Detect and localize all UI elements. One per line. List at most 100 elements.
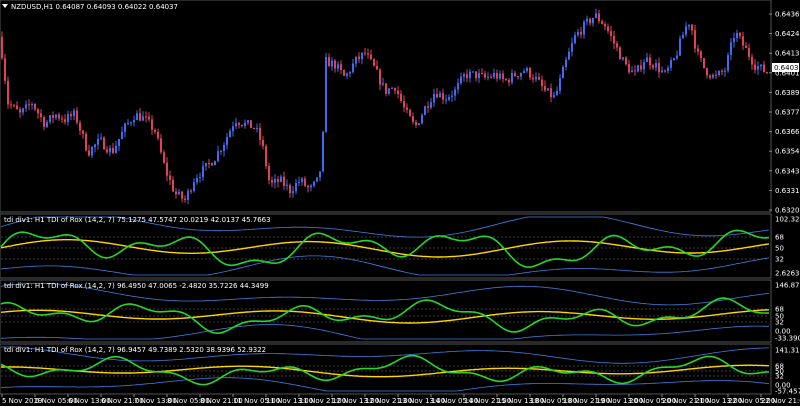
candle <box>82 129 84 139</box>
indicator-panel-1[interactable]: tdi div1: H1 TDI of Rox (14,2, 7) 75.127… <box>0 213 800 279</box>
candle-body <box>91 147 93 156</box>
candle-body <box>460 76 462 84</box>
dropdown-triangle-icon[interactable] <box>2 4 8 8</box>
candle <box>433 88 435 107</box>
candle <box>394 87 396 95</box>
candle <box>424 105 426 116</box>
candle-body <box>277 178 279 182</box>
candle-body <box>286 184 288 186</box>
price-panel[interactable]: 0.643600.642450.641300.640150.638990.637… <box>0 0 800 215</box>
candle-body <box>694 30 696 49</box>
candle <box>511 69 513 85</box>
candle <box>1 31 3 60</box>
candle <box>190 188 192 195</box>
candle <box>745 42 747 49</box>
price-tick-label: 0.63545 <box>775 148 800 156</box>
candle <box>334 58 336 73</box>
candle <box>655 59 657 72</box>
candle <box>673 57 675 61</box>
candle-body <box>355 56 357 64</box>
candle-body <box>595 13 597 18</box>
candle <box>100 133 102 141</box>
candle <box>592 17 594 27</box>
candle <box>427 101 429 113</box>
indicator-scale-label: 32 <box>775 373 784 381</box>
candle <box>448 94 450 102</box>
candle-body <box>76 110 78 123</box>
indicator-scale-label: 32 <box>775 319 784 327</box>
candle-body <box>472 71 474 73</box>
indicator-1-scale: 102.3248 68 50 32 2.6263 <box>775 216 800 278</box>
candle <box>730 38 732 61</box>
candle-body <box>238 123 240 125</box>
candle <box>106 145 108 154</box>
candle-body <box>235 123 237 127</box>
candle <box>202 161 204 182</box>
candle-body <box>532 77 534 80</box>
candle-body <box>646 57 648 63</box>
price-tick-label: 0.63660 <box>775 128 800 136</box>
candle <box>55 113 57 121</box>
candle-body <box>349 72 351 74</box>
candle-body <box>418 123 420 126</box>
candle <box>325 53 327 133</box>
candle <box>556 86 558 96</box>
candle <box>22 107 24 116</box>
candle-body <box>484 73 486 78</box>
candle <box>145 111 147 123</box>
candle <box>313 180 315 188</box>
indicator-scale-label: 102.3248 <box>775 216 800 224</box>
candle-body <box>352 63 354 73</box>
candle <box>235 117 237 130</box>
candle <box>205 162 207 171</box>
candle <box>742 31 744 50</box>
candle <box>40 109 42 123</box>
candle-body <box>253 128 255 130</box>
candle-body <box>721 71 723 73</box>
candle-body <box>175 191 177 195</box>
indicator-panel-2[interactable]: tdi div1: H1 TDI of Rox (14,2, 7) 96.495… <box>0 279 800 343</box>
candle <box>544 80 546 93</box>
candle-body <box>217 151 219 162</box>
candle <box>385 83 387 97</box>
candle <box>169 170 171 186</box>
candle-body <box>298 181 300 183</box>
candle-body <box>328 57 330 67</box>
candle-body <box>580 31 582 35</box>
price-line <box>0 229 770 268</box>
candle-body <box>226 137 228 145</box>
candle-body <box>100 137 102 139</box>
candle-body <box>538 76 540 80</box>
candle-body <box>319 171 321 178</box>
candle <box>757 61 759 75</box>
candle-body <box>259 128 261 140</box>
candle-body <box>52 115 54 118</box>
candle-body <box>43 117 45 127</box>
candle-body <box>757 66 759 70</box>
candle-body <box>586 18 588 22</box>
candle-body <box>430 102 432 108</box>
candle <box>274 174 276 189</box>
candle <box>253 127 255 130</box>
trading-chart[interactable]: 0.643600.642450.641300.640150.638990.637… <box>0 0 800 406</box>
candle <box>181 190 183 203</box>
candle-body <box>106 149 108 153</box>
candle-body <box>451 95 453 97</box>
candle-body <box>511 72 513 83</box>
candle-body <box>622 57 624 60</box>
candle <box>607 23 609 34</box>
candle <box>322 130 324 173</box>
candle-body <box>652 65 654 68</box>
candle-body <box>763 64 765 73</box>
candle-body <box>745 45 747 49</box>
candle-body <box>124 123 126 132</box>
candle-body <box>742 36 744 46</box>
candle <box>88 144 90 157</box>
candle-body <box>394 87 396 91</box>
candle-body <box>61 118 63 120</box>
candle <box>601 19 603 25</box>
candle-body <box>22 108 24 113</box>
candle-body <box>730 42 732 55</box>
candle-body <box>346 73 348 76</box>
indicator-panel-3[interactable]: tdi div1: H1 TDI of Rox (14,2, 7) 96.945… <box>0 343 800 396</box>
